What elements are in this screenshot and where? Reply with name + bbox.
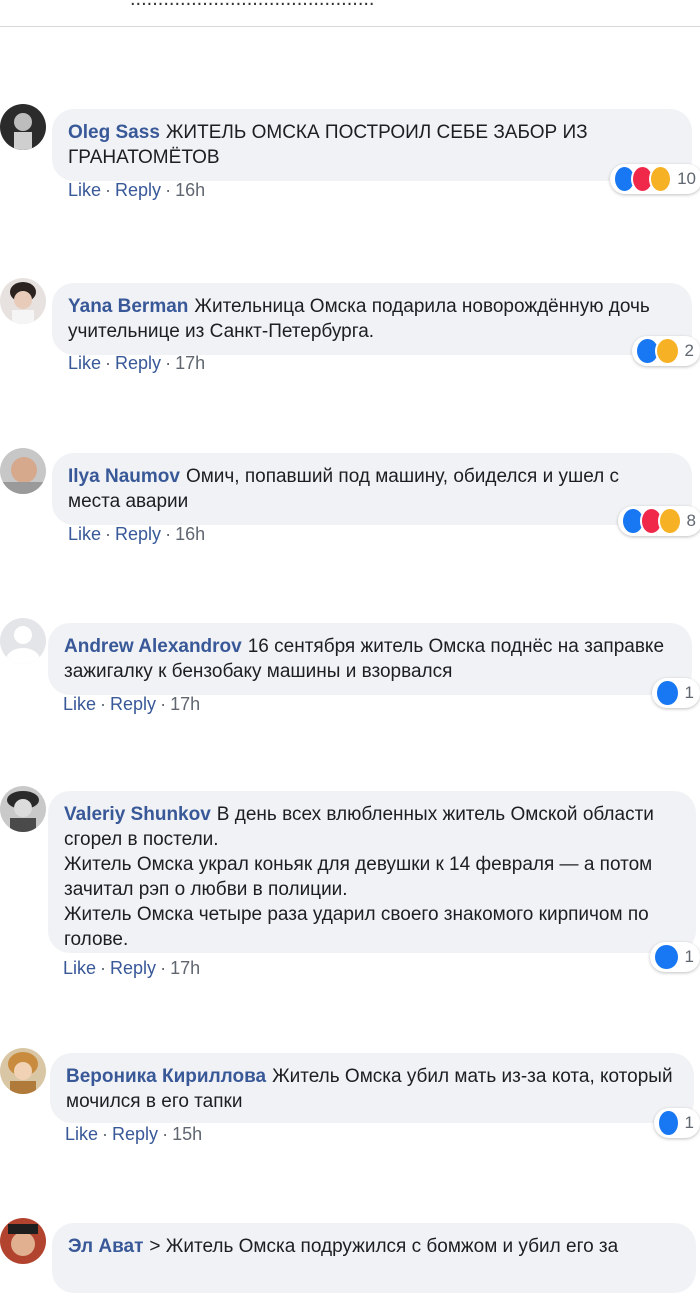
comment-actions: Like · Reply · 17h — [63, 694, 200, 715]
comment-author[interactable]: Ilya Naumov — [68, 466, 180, 487]
separator: · — [165, 353, 172, 373]
separator: · — [160, 694, 167, 714]
separator: · — [160, 958, 167, 978]
reply-link[interactable]: Reply — [115, 353, 161, 373]
separator: · — [100, 694, 107, 714]
haha-icon — [658, 507, 682, 535]
divider — [0, 26, 700, 27]
separator: · — [102, 1124, 109, 1144]
separator: · — [105, 524, 112, 544]
reactions-summary[interactable]: 1 — [650, 942, 700, 972]
comment-actions: Like · Reply · 16h — [68, 180, 205, 201]
reactions-summary[interactable]: 1 — [652, 678, 700, 708]
comment-text: В день всех влюбленных житель Омской обл… — [64, 804, 654, 950]
avatar[interactable] — [0, 278, 46, 324]
comment-bubble: Andrew Alexandrov 16 сентября житель Омск… — [48, 623, 692, 695]
comment-bubble: Эл Ават > Житель Омска подружился с бомжо… — [52, 1223, 696, 1293]
like-link[interactable]: Like — [68, 353, 101, 373]
comment-bubble: Вероника Кириллова Житель Омска убил мать… — [50, 1053, 694, 1123]
comment-time[interactable]: 15h — [172, 1124, 202, 1144]
haha-icon — [649, 165, 673, 193]
separator: · — [162, 1124, 169, 1144]
comment-author[interactable]: Valeriy Shunkov — [64, 804, 211, 825]
comment-time[interactable]: 16h — [175, 524, 205, 544]
reaction-count: 1 — [684, 1113, 694, 1132]
comment-bubble: Oleg Sass ЖИТЕЛЬ ОМСКА ПОСТРОИЛ СЕБЕ ЗАБО… — [52, 109, 692, 181]
comment-author[interactable]: Yana Berman — [68, 296, 188, 317]
avatar[interactable] — [0, 1048, 46, 1094]
comment-text: > Житель Омска подружился с бомжом и уби… — [149, 1236, 619, 1257]
separator: · — [105, 353, 112, 373]
reply-link[interactable]: Reply — [112, 1124, 158, 1144]
comment-actions: Like · Reply · 17h — [68, 353, 205, 374]
comment-time[interactable]: 17h — [175, 353, 205, 373]
comment-author[interactable]: Вероника Кириллова — [66, 1066, 266, 1087]
reactions-summary[interactable]: 10 — [610, 164, 700, 194]
avatar[interactable] — [0, 448, 46, 494]
comment-bubble: Yana Berman Жительница Омска подарила нов… — [52, 283, 692, 355]
comment-bubble: Ilya Naumov Омич, попавший под машину, об… — [52, 453, 692, 525]
reply-link[interactable]: Reply — [115, 180, 161, 200]
like-icon — [655, 679, 680, 707]
like-icon — [657, 1109, 680, 1137]
reaction-count: 8 — [686, 511, 697, 530]
like-link[interactable]: Like — [65, 1124, 98, 1144]
comment-bubble: Valeriy Shunkov В день всех влюбленных жи… — [48, 791, 696, 953]
comment-author[interactable]: Oleg Sass — [68, 122, 160, 143]
comment-actions: Like · Reply · 17h — [63, 958, 200, 979]
reactions-summary[interactable]: 8 — [618, 506, 700, 536]
comment-time[interactable]: 16h — [175, 180, 205, 200]
separator: · — [105, 180, 112, 200]
separator: · — [165, 524, 172, 544]
separator: · — [165, 180, 172, 200]
comment-author[interactable]: Andrew Alexandrov — [64, 636, 242, 657]
reaction-count: 1 — [684, 683, 694, 702]
reply-link[interactable]: Reply — [110, 958, 156, 978]
reply-link[interactable]: Reply — [110, 694, 156, 714]
like-link[interactable]: Like — [63, 958, 96, 978]
comment-actions: Like · Reply · 16h — [68, 524, 205, 545]
top-cut-section: ........................................… — [0, 0, 700, 28]
avatar[interactable] — [0, 1218, 46, 1264]
reaction-count: 10 — [677, 169, 697, 188]
like-link[interactable]: Like — [63, 694, 96, 714]
avatar[interactable] — [0, 618, 46, 664]
comment-author[interactable]: Эл Ават — [68, 1236, 143, 1257]
separator: · — [100, 958, 107, 978]
comment-actions: Like · Reply · 15h — [65, 1124, 202, 1145]
avatar[interactable] — [0, 104, 46, 150]
reactions-summary[interactable]: 1 — [654, 1108, 700, 1138]
comment-time[interactable]: 17h — [170, 958, 200, 978]
reaction-count: 1 — [684, 947, 694, 966]
reaction-count: 2 — [684, 341, 694, 360]
like-link[interactable]: Like — [68, 180, 101, 200]
comment-time[interactable]: 17h — [170, 694, 200, 714]
cut-off-text: ........................................… — [130, 0, 375, 11]
avatar[interactable] — [0, 786, 46, 832]
like-link[interactable]: Like — [68, 524, 101, 544]
reactions-summary[interactable]: 2 — [632, 336, 700, 366]
like-icon — [653, 943, 680, 971]
reply-link[interactable]: Reply — [115, 524, 161, 544]
wow-icon — [654, 337, 680, 365]
